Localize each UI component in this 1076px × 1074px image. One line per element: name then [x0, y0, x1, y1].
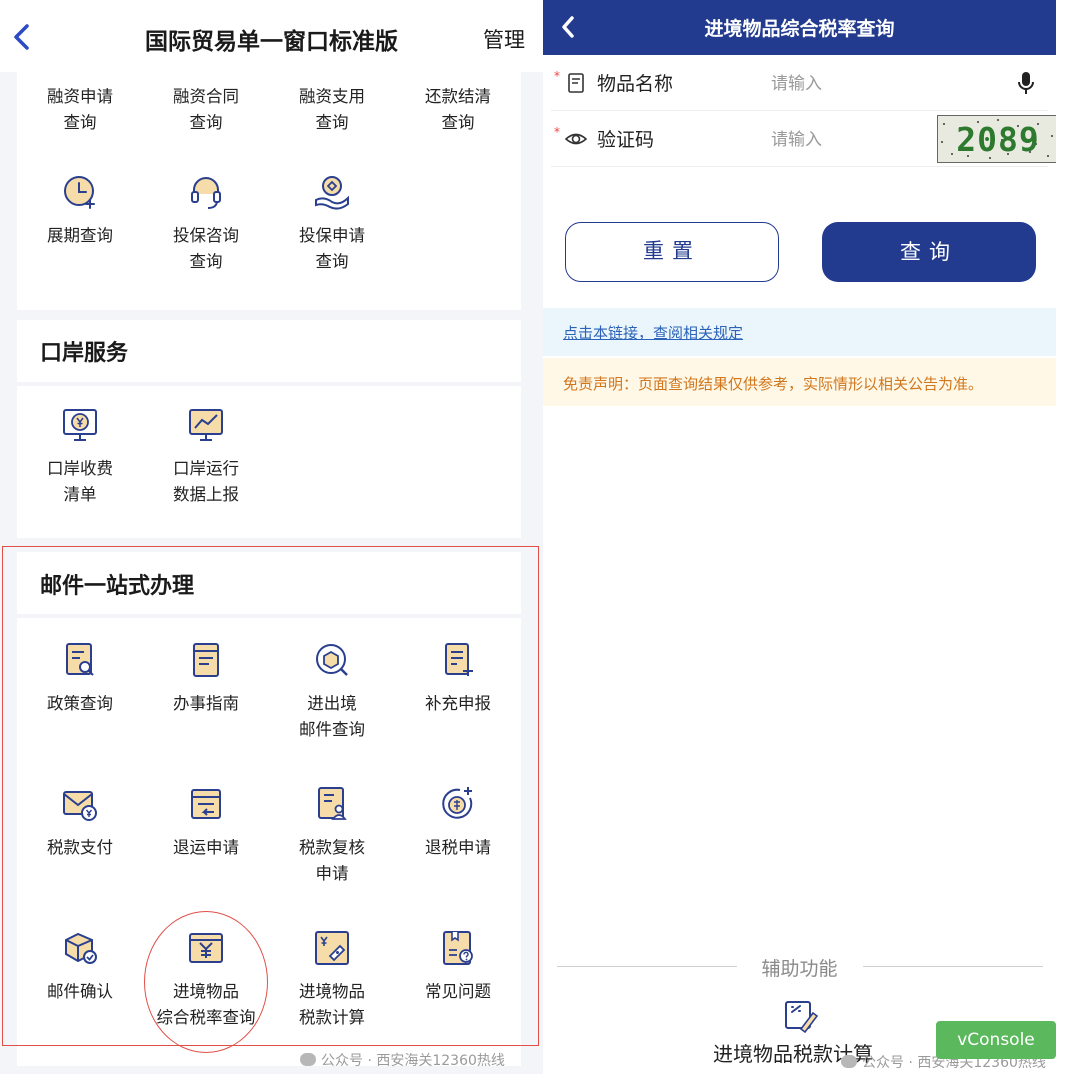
headset-icon [191, 177, 221, 209]
grid-item-return-apply[interactable]: 退运申请 [143, 784, 269, 861]
monitor-chart-icon [189, 409, 223, 441]
app-header: 国际贸易单一窗口标准版 管理 [0, 0, 543, 72]
item-name-input[interactable]: 请输入 [771, 69, 921, 94]
captcha-code: 2089 [956, 120, 1040, 159]
grid-item-tax-rate-query[interactable]: 进境物品 综合税率查询 [143, 928, 269, 1031]
grid-item-faq[interactable]: 常见问题 [395, 928, 521, 1005]
grid-item-port-fees[interactable]: 口岸收费 清单 [17, 405, 143, 508]
section-title-mail: 邮件一站式办理 [40, 574, 195, 599]
receipt-yen-icon [189, 933, 223, 963]
grid-item-insurance-consult[interactable]: 投保咨询 查询 [143, 172, 269, 275]
grid-item[interactable]: 融资申请 查询 [17, 84, 143, 136]
doc-search-icon [66, 643, 94, 676]
query-button[interactable]: 查询 [822, 222, 1036, 282]
grid-item-tax-review[interactable]: 税款复核 申请 [269, 784, 395, 887]
grid-item-guide[interactable]: 办事指南 [143, 640, 269, 717]
grid-item[interactable]: 融资合同 查询 [143, 84, 269, 136]
grid-item[interactable]: 还款结清 查询 [395, 84, 521, 136]
tax-calc-icon[interactable] [783, 999, 819, 1033]
grid-item-insurance-apply[interactable]: 投保申请 查询 [269, 172, 395, 275]
grid-item-tax-calc[interactable]: 进境物品 税款计算 [269, 928, 395, 1031]
section-title-port: 口岸服务 [40, 341, 129, 366]
eye-icon [565, 133, 587, 145]
required-mark: * [554, 125, 560, 139]
doc-icon [568, 73, 584, 93]
refund-coin-icon [442, 787, 473, 819]
grid-item-extension-query[interactable]: 展期查询 [17, 172, 143, 249]
microphone-icon[interactable] [1016, 70, 1036, 96]
required-mark: * [554, 69, 560, 83]
captcha-image[interactable]: 2089 [937, 115, 1056, 163]
package-check-icon [65, 932, 97, 964]
reset-button[interactable]: 重置 [565, 222, 779, 282]
vconsole-button[interactable]: vConsole [936, 1021, 1056, 1059]
disclaimer-bar: 免责声明：页面查询结果仅供参考，实际情形以相关公告为准。 [543, 358, 1056, 406]
aux-section-title: 辅助功能 [761, 958, 838, 980]
right-screen: 进境物品综合税率查询 * 物品名称 请输入 * 验证码 请输入 2089 重置 … [543, 0, 1056, 1074]
grid-item-policy-query[interactable]: 政策查询 [17, 640, 143, 717]
tax-calc-icon [315, 931, 349, 965]
mail-yen-icon [63, 791, 97, 821]
grid-item-supplementary-declaration[interactable]: 补充申报 [395, 640, 521, 717]
manage-button[interactable]: 管理 [483, 24, 525, 54]
clock-plus-icon [64, 176, 95, 209]
watermark: 公众号 · 西安海关12360热线 [300, 1050, 505, 1070]
package-search-icon [316, 644, 348, 676]
guide-doc-icon [193, 643, 219, 677]
regulation-link[interactable]: 点击本链接，查阅相关规定 [563, 322, 743, 343]
doc-user-icon [318, 787, 347, 820]
grid-item-mail-query[interactable]: 进出境 邮件查询 [269, 640, 395, 743]
captcha-label: 验证码 [597, 129, 655, 151]
grid-item-mail-confirm[interactable]: 邮件确认 [17, 928, 143, 1005]
disclaimer-text: 免责声明：页面查询结果仅供参考，实际情形以相关公告为准。 [563, 375, 984, 393]
wechat-icon [300, 1053, 316, 1066]
return-icon [191, 789, 221, 819]
grid-item-port-data[interactable]: 口岸运行 数据上报 [143, 405, 269, 508]
faq-icon [443, 931, 473, 965]
query-header: 进境物品综合税率查询 [543, 0, 1056, 55]
left-screen: 国际贸易单一窗口标准版 管理 融资申请 查询 融资合同 查询 融资支用 查询 还款结清… [0, 0, 543, 1074]
monitor-yen-icon [63, 409, 97, 441]
doc-plus-icon [445, 643, 473, 676]
page-title: 进境物品综合税率查询 [704, 18, 895, 40]
wechat-icon [841, 1055, 857, 1068]
captcha-input[interactable]: 请输入 [771, 125, 921, 150]
captcha-row: * 验证码 请输入 2089 [551, 111, 1056, 167]
hand-coin-icon [315, 176, 349, 210]
regulation-link-bar: 点击本链接，查阅相关规定 [543, 308, 1056, 356]
item-name-label: 物品名称 [597, 73, 674, 95]
grid-item-tax-payment[interactable]: 税款支付 [17, 784, 143, 861]
grid-item[interactable]: 融资支用 查询 [269, 84, 395, 136]
page-title: 国际贸易单一窗口标准版 [145, 29, 398, 55]
grid-item-tax-refund[interactable]: 退税申请 [395, 784, 521, 861]
item-name-row: * 物品名称 请输入 [551, 55, 1048, 111]
